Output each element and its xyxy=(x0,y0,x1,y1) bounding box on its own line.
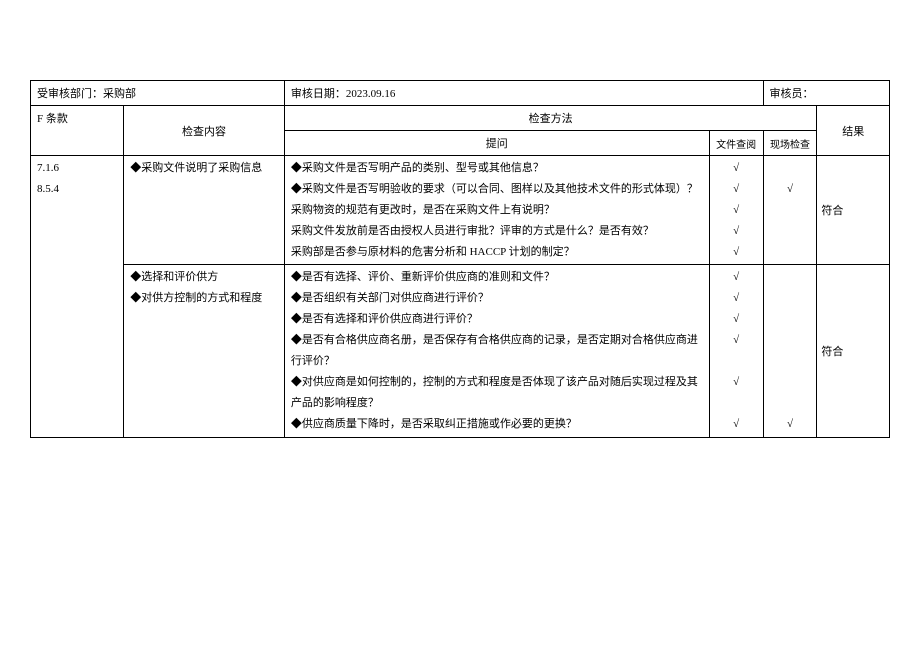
col-result: 结果 xyxy=(817,106,890,156)
audited-dept-cell: 受审核部门：采购部 xyxy=(31,81,285,106)
result-cell-1: 符合 xyxy=(817,156,890,265)
section-1-row: 7.1.6 8.5.4 ◆采购文件说明了采购信息 ◆采购文件是否写明产品的类别、… xyxy=(31,156,890,265)
col-method: 检查方法 xyxy=(284,106,817,131)
content-cell-1: ◆采购文件说明了采购信息 xyxy=(124,156,285,265)
site-ticks-1: √ xyxy=(763,156,817,265)
col-question: 提问 xyxy=(284,131,709,156)
auditor-cell: 审核员： xyxy=(763,81,889,106)
audit-table-wrapper: 受审核部门：采购部 审核日期：2023.09.16 审核员： F 条款 检查内容… xyxy=(30,80,890,438)
content-cell-2: ◆选择和评价供方 ◆对供方控制的方式和程度 xyxy=(124,265,285,437)
questions-cell-2: ◆是否有选择、评价、重新评价供应商的准则和文件？ ◆是否组织有关部门对供应商进行… xyxy=(284,265,709,437)
section-2-row: ◆选择和评价供方 ◆对供方控制的方式和程度 ◆是否有选择、评价、重新评价供应商的… xyxy=(31,265,890,437)
col-site-check: 现场检查 xyxy=(763,131,817,156)
audit-date-cell: 审核日期：2023.09.16 xyxy=(284,81,763,106)
col-header-row-1: F 条款 检查内容 检查方法 结果 xyxy=(31,106,890,131)
col-clause: F 条款 xyxy=(31,106,124,156)
doc-ticks-2: √ √ √ √ √ √ xyxy=(709,265,763,437)
header-row: 受审核部门：采购部 审核日期：2023.09.16 审核员： xyxy=(31,81,890,106)
col-content: 检查内容 xyxy=(124,106,285,156)
questions-cell-1: ◆采购文件是否写明产品的类别、型号或其他信息？ ◆采购文件是否写明验收的要求（可… xyxy=(284,156,709,265)
site-ticks-2: √ xyxy=(763,265,817,437)
audit-table: 受审核部门：采购部 审核日期：2023.09.16 审核员： F 条款 检查内容… xyxy=(30,80,890,438)
result-cell-2: 符合 xyxy=(817,265,890,437)
clause-cell: 7.1.6 8.5.4 xyxy=(31,156,124,438)
col-doc-review: 文件查阅 xyxy=(709,131,763,156)
doc-ticks-1: √ √ √ √ √ xyxy=(709,156,763,265)
